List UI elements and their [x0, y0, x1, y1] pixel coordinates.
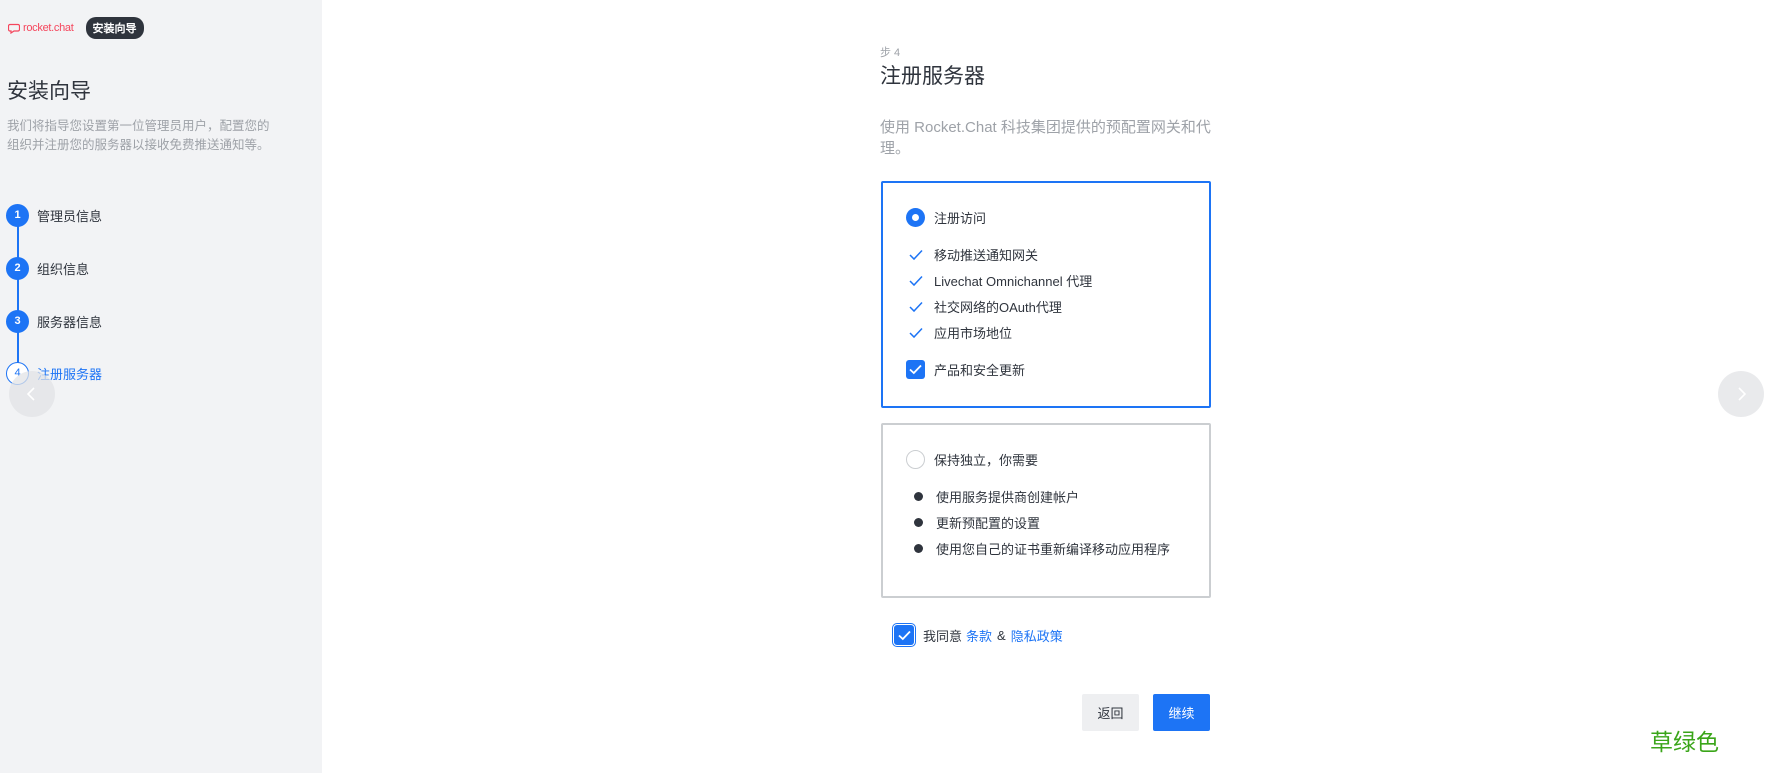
standalone-item: 更新预配置的设置: [906, 513, 1040, 532]
standalone-option-radio-row[interactable]: 保持独立，你需要: [906, 450, 1038, 469]
standalone-item-label: 更新预配置的设置: [936, 516, 1041, 531]
step-label: 管理员信息: [37, 208, 103, 224]
checkmark-icon: [906, 247, 925, 263]
standalone-option-card[interactable]: 保持独立，你需要 使用服务提供商创建帐户 更新预配置的设置 使用您自己的证书重新…: [881, 423, 1211, 598]
bullet-icon: [914, 544, 923, 553]
chevron-left-icon: [26, 387, 35, 401]
step-number: 2: [6, 256, 29, 280]
sidebar-description: 我们将指导您设置第一位管理员用户，配置您的组织并注册您的服务器以接收免费推送通知…: [7, 119, 270, 152]
product-updates-checkbox[interactable]: [906, 360, 925, 379]
product-updates-row[interactable]: 产品和安全更新: [906, 360, 1025, 379]
product-updates-label: 产品和安全更新: [934, 363, 1026, 378]
feature-label: 移动推送通知网关: [934, 248, 1039, 263]
feature-item: 应用市场地位: [906, 323, 1012, 342]
bullet-icon: [914, 518, 923, 527]
continue-button[interactable]: 继续: [1153, 694, 1210, 731]
agree-terms-row: 我同意 条款 & 隐私政策: [892, 623, 1063, 647]
feature-label: 应用市场地位: [934, 326, 1013, 341]
checkbox-check-icon: [897, 630, 911, 640]
register-option-card[interactable]: 注册访问 移动推送通知网关 Livechat Omnichannel 代理 社交…: [881, 181, 1211, 408]
feature-label: 社交网络的OAuth代理: [934, 300, 1062, 315]
step-label: 服务器信息: [37, 314, 103, 330]
rocket-logo-icon: [8, 23, 20, 34]
checkmark-icon: [906, 325, 925, 341]
standalone-item-label: 使用您自己的证书重新编译移动应用程序: [936, 542, 1171, 557]
rocketchat-logo: rocket.chat: [8, 22, 74, 34]
terms-link[interactable]: 条款: [966, 626, 992, 645]
checkbox-check-icon: [909, 364, 922, 375]
brand: rocket.chat 安装向导: [8, 17, 144, 39]
standalone-radio[interactable]: [906, 450, 925, 469]
bullet-icon: [914, 492, 923, 501]
checkmark-icon: [906, 273, 925, 289]
next-slide-button[interactable]: [1718, 371, 1764, 417]
agree-prefix: 我同意: [923, 628, 963, 644]
register-radio[interactable]: [906, 208, 925, 227]
privacy-policy-link[interactable]: 隐私政策: [1011, 626, 1063, 645]
page-title: 注册服务器: [880, 65, 985, 88]
steps-progress-line: [17, 215, 19, 373]
logo-text: rocket.chat: [23, 22, 74, 34]
feature-item: 社交网络的OAuth代理: [906, 297, 1062, 316]
step-server-info: 3 服务器信息: [6, 309, 102, 333]
register-option-radio-row[interactable]: 注册访问: [906, 208, 986, 227]
step-number: 1: [6, 203, 29, 227]
standalone-item: 使用您自己的证书重新编译移动应用程序: [906, 539, 1170, 558]
standalone-item: 使用服务提供商创建帐户: [906, 487, 1079, 506]
back-button[interactable]: 返回: [1082, 694, 1139, 731]
standalone-item-label: 使用服务提供商创建帐户: [936, 490, 1080, 505]
wizard-badge: 安装向导: [85, 17, 144, 39]
register-option-label: 注册访问: [934, 211, 987, 226]
step-number: 3: [6, 309, 29, 333]
agree-terms-checkbox[interactable]: [892, 623, 916, 647]
step-caption: 步 4: [880, 47, 901, 59]
feature-item: Livechat Omnichannel 代理: [906, 271, 1092, 290]
step-organization-info: 2 组织信息: [6, 256, 89, 280]
sidebar-title: 安装向导: [7, 80, 91, 103]
step-admin-info: 1 管理员信息: [6, 203, 102, 227]
prev-slide-button[interactable]: [9, 371, 55, 417]
chevron-right-icon: [1738, 387, 1747, 401]
feature-label: Livechat Omnichannel 代理: [934, 274, 1093, 289]
page-description: 使用 Rocket.Chat 科技集团提供的预配置网关和代理。: [880, 119, 1211, 157]
step-label: 组织信息: [37, 261, 90, 277]
watermark-text: 草绿色: [1650, 730, 1719, 756]
checkmark-icon: [906, 299, 925, 315]
standalone-option-label: 保持独立，你需要: [934, 453, 1039, 468]
agree-separator: &: [997, 627, 1006, 643]
feature-item: 移动推送通知网关: [906, 245, 1038, 264]
